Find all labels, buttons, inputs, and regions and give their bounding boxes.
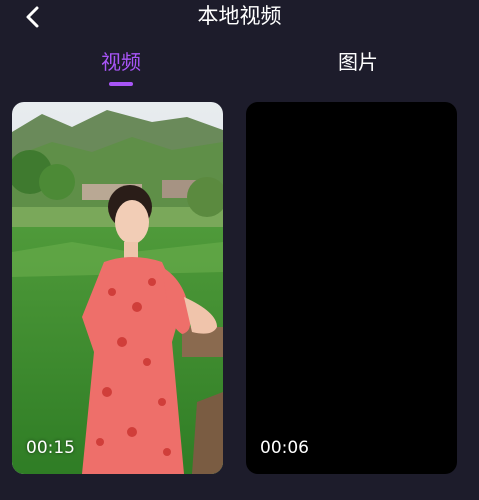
local-video-screen: 本地视频 视频 图片 00:15 00:06 (0, 0, 479, 500)
video-thumbnail-image (12, 102, 223, 474)
header: 本地视频 (0, 0, 479, 36)
video-duration: 00:06 (260, 438, 309, 458)
tab-images[interactable]: 图片 (298, 44, 418, 84)
tab-videos[interactable]: 视频 (61, 44, 181, 84)
tab-bar: 视频 图片 (0, 44, 479, 90)
tab-active-indicator (109, 82, 133, 86)
page-title: 本地视频 (197, 4, 282, 28)
video-thumbnail[interactable]: 00:06 (246, 102, 457, 474)
video-duration: 00:15 (26, 438, 75, 458)
video-thumbnail[interactable]: 00:15 (12, 102, 223, 474)
